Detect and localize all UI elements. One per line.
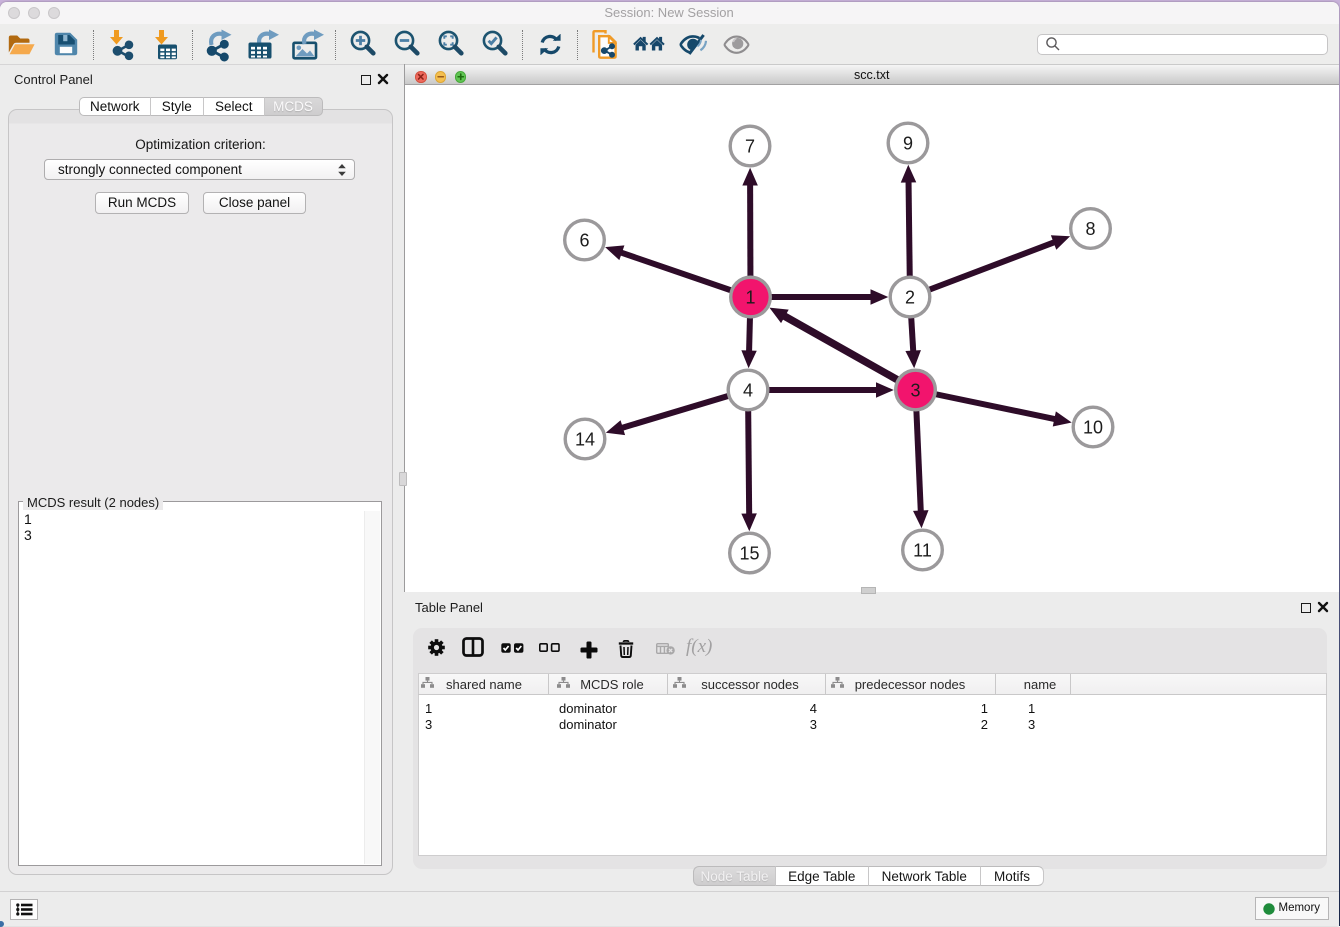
svg-text:4: 4 xyxy=(743,381,753,401)
svg-text:2: 2 xyxy=(905,288,915,308)
svg-text:9: 9 xyxy=(903,134,913,154)
svg-text:6: 6 xyxy=(579,231,589,251)
svg-text:15: 15 xyxy=(739,544,759,564)
svg-text:10: 10 xyxy=(1083,418,1103,438)
svg-text:11: 11 xyxy=(913,541,932,561)
svg-text:14: 14 xyxy=(575,430,595,450)
svg-text:8: 8 xyxy=(1085,219,1095,239)
svg-text:1: 1 xyxy=(745,288,755,308)
svg-text:7: 7 xyxy=(745,137,755,157)
svg-text:3: 3 xyxy=(910,381,920,401)
